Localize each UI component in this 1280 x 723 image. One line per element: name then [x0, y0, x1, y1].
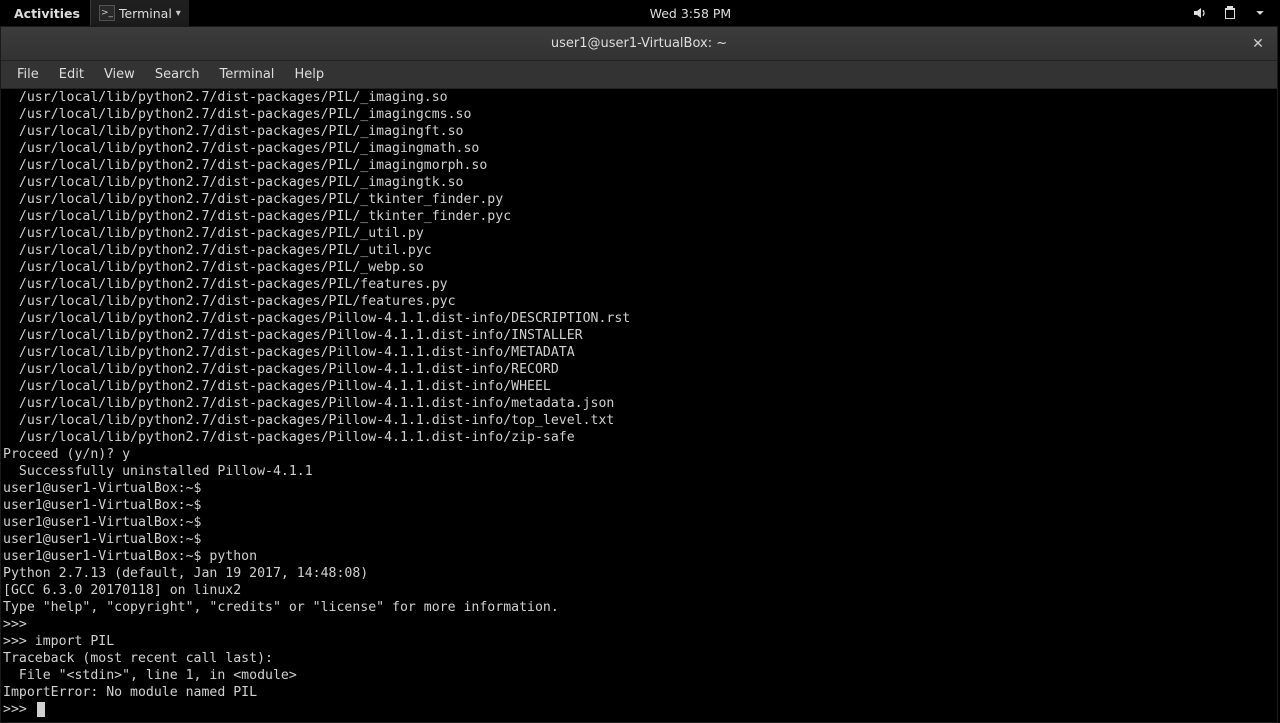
- app-menu-button[interactable]: >_ Terminal ▾: [90, 0, 189, 26]
- terminal-line: /usr/local/lib/python2.7/dist-packages/P…: [1, 191, 1277, 208]
- desktop-top-panel: Activities >_ Terminal ▾ Wed 3:58 PM: [0, 0, 1280, 26]
- terminal-line: >>>: [1, 701, 1277, 718]
- terminal-line: /usr/local/lib/python2.7/dist-packages/P…: [1, 174, 1277, 191]
- window-close-button[interactable]: ✕: [1249, 35, 1267, 53]
- terminal-window: user1@user1-VirtualBox: ~ ✕ File Edit Vi…: [0, 26, 1278, 723]
- terminal-line: /usr/local/lib/python2.7/dist-packages/P…: [1, 429, 1277, 446]
- terminal-line: user1@user1-VirtualBox:~$ python: [1, 548, 1277, 565]
- terminal-line: /usr/local/lib/python2.7/dist-packages/P…: [1, 242, 1277, 259]
- battery-icon[interactable]: [1222, 5, 1238, 21]
- terminal-icon: >_: [99, 5, 115, 21]
- terminal-line: Type "help", "copyright", "credits" or "…: [1, 599, 1277, 616]
- terminal-line: >>>: [1, 616, 1277, 633]
- volume-icon[interactable]: [1192, 5, 1208, 21]
- terminal-cursor: [37, 702, 45, 717]
- terminal-line: Python 2.7.13 (default, Jan 19 2017, 14:…: [1, 565, 1277, 582]
- menu-terminal[interactable]: Terminal: [209, 63, 284, 86]
- terminal-line: /usr/local/lib/python2.7/dist-packages/P…: [1, 361, 1277, 378]
- terminal-line: /usr/local/lib/python2.7/dist-packages/P…: [1, 395, 1277, 412]
- panel-clock[interactable]: Wed 3:58 PM: [189, 6, 1192, 21]
- menu-file[interactable]: File: [7, 63, 49, 86]
- menu-help[interactable]: Help: [284, 63, 334, 86]
- window-titlebar[interactable]: user1@user1-VirtualBox: ~ ✕: [1, 27, 1277, 61]
- terminal-line: /usr/local/lib/python2.7/dist-packages/P…: [1, 208, 1277, 225]
- chevron-down-icon: ▾: [176, 8, 181, 19]
- terminal-line: [GCC 6.3.0 20170118] on linux2: [1, 582, 1277, 599]
- terminal-line: /usr/local/lib/python2.7/dist-packages/P…: [1, 225, 1277, 242]
- terminal-line: user1@user1-VirtualBox:~$: [1, 480, 1277, 497]
- terminal-line: /usr/local/lib/python2.7/dist-packages/P…: [1, 378, 1277, 395]
- app-menu-label: Terminal: [119, 6, 172, 21]
- menu-view[interactable]: View: [94, 63, 145, 86]
- terminal-line: user1@user1-VirtualBox:~$: [1, 531, 1277, 548]
- terminal-line: /usr/local/lib/python2.7/dist-packages/P…: [1, 412, 1277, 429]
- terminal-line: user1@user1-VirtualBox:~$: [1, 514, 1277, 531]
- terminal-line: >>> import PIL: [1, 633, 1277, 650]
- window-title: user1@user1-VirtualBox: ~: [551, 36, 727, 51]
- terminal-line: /usr/local/lib/python2.7/dist-packages/P…: [1, 310, 1277, 327]
- menu-search[interactable]: Search: [145, 63, 210, 86]
- terminal-line: Successfully uninstalled Pillow-4.1.1: [1, 463, 1277, 480]
- terminal-line: Traceback (most recent call last):: [1, 650, 1277, 667]
- terminal-line: user1@user1-VirtualBox:~$: [1, 497, 1277, 514]
- terminal-line: File "<stdin>", line 1, in <module>: [1, 667, 1277, 684]
- terminal-line: /usr/local/lib/python2.7/dist-packages/P…: [1, 157, 1277, 174]
- terminal-line: /usr/local/lib/python2.7/dist-packages/P…: [1, 140, 1277, 157]
- terminal-output[interactable]: /usr/local/lib/python2.7/dist-packages/P…: [1, 89, 1277, 722]
- menubar: File Edit View Search Terminal Help: [1, 61, 1277, 89]
- terminal-line: /usr/local/lib/python2.7/dist-packages/P…: [1, 293, 1277, 310]
- system-tray: [1192, 5, 1274, 21]
- terminal-line: /usr/local/lib/python2.7/dist-packages/P…: [1, 259, 1277, 276]
- terminal-line: /usr/local/lib/python2.7/dist-packages/P…: [1, 327, 1277, 344]
- terminal-line: Proceed (y/n)? y: [1, 446, 1277, 463]
- chevron-down-icon[interactable]: [1252, 5, 1268, 21]
- terminal-line: /usr/local/lib/python2.7/dist-packages/P…: [1, 344, 1277, 361]
- menu-edit[interactable]: Edit: [49, 63, 94, 86]
- terminal-line: /usr/local/lib/python2.7/dist-packages/P…: [1, 89, 1277, 106]
- terminal-line: /usr/local/lib/python2.7/dist-packages/P…: [1, 106, 1277, 123]
- terminal-line: /usr/local/lib/python2.7/dist-packages/P…: [1, 276, 1277, 293]
- terminal-line: /usr/local/lib/python2.7/dist-packages/P…: [1, 123, 1277, 140]
- terminal-line: ImportError: No module named PIL: [1, 684, 1277, 701]
- activities-button[interactable]: Activities: [6, 6, 88, 21]
